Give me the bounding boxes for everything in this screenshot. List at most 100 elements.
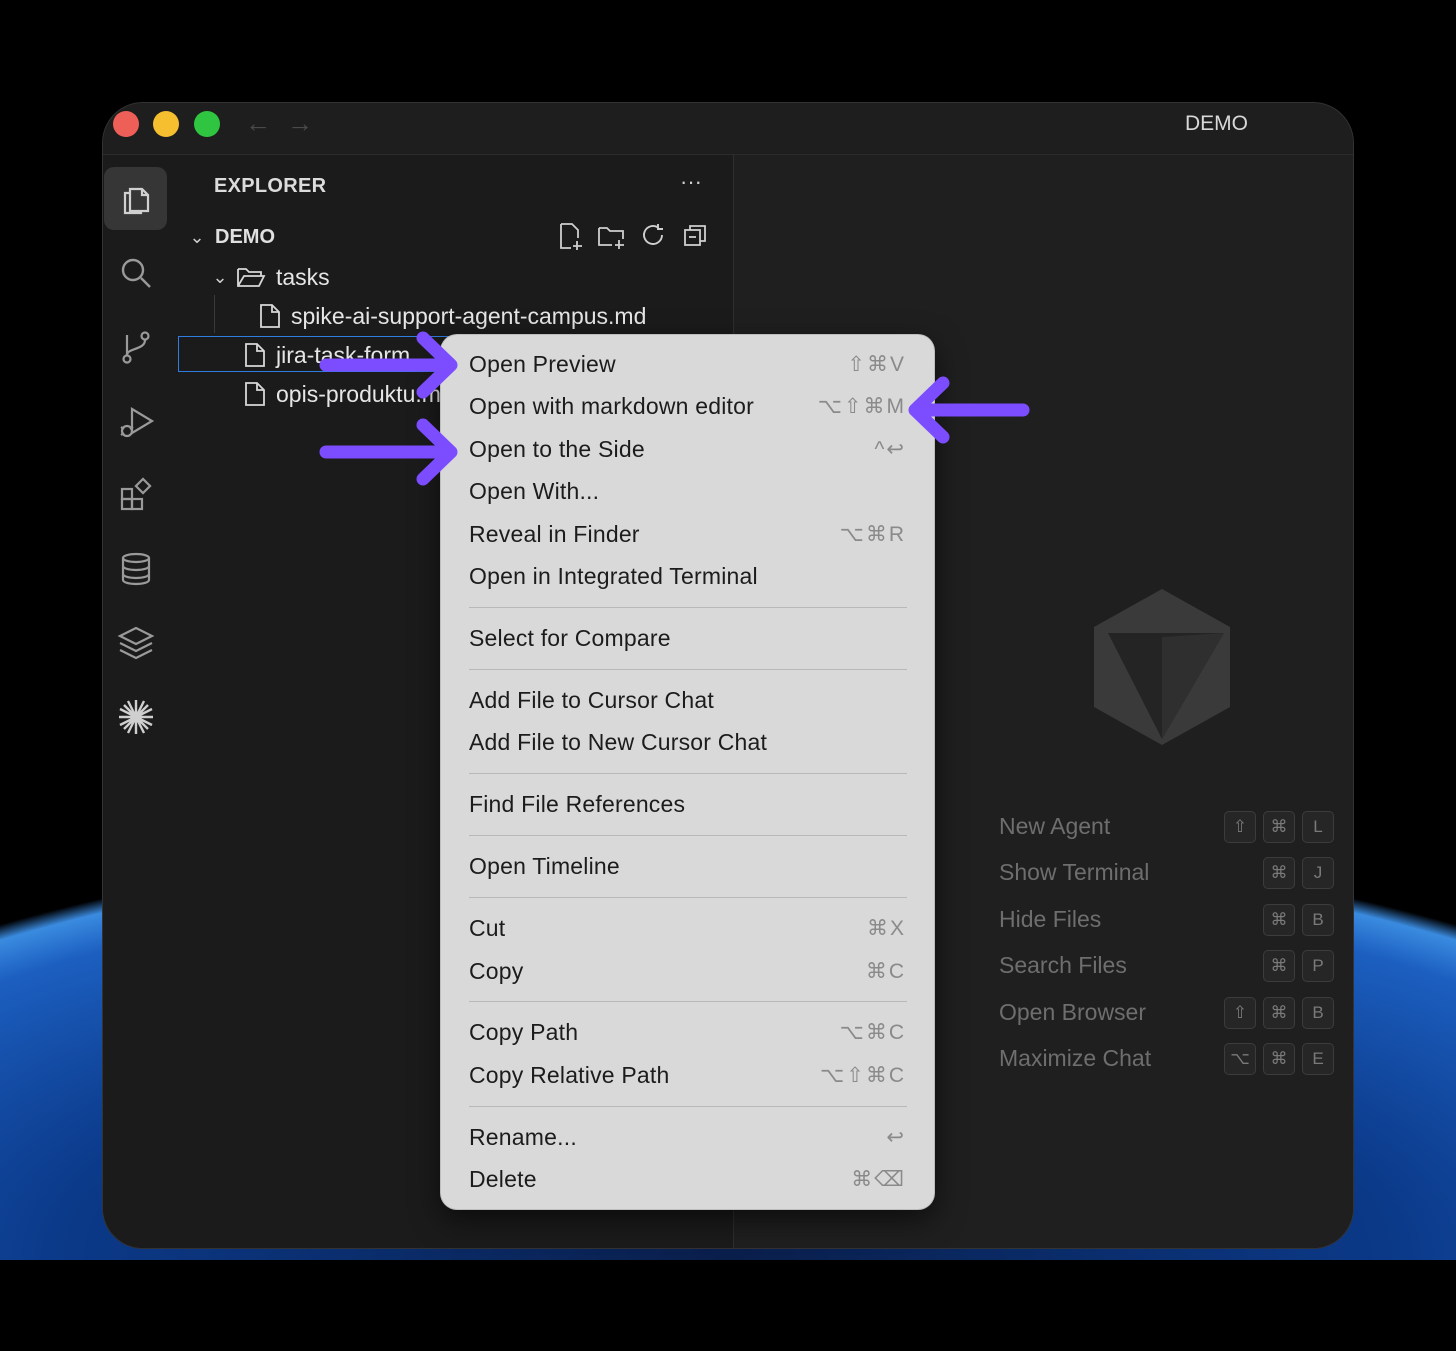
menu-label: Cut xyxy=(469,915,506,941)
title-bar: ← → DEMO xyxy=(103,103,1353,155)
shortcut-search-files[interactable]: Search Files ⌘ P xyxy=(999,950,1334,984)
menu-separator xyxy=(469,897,907,898)
menu-label: Rename... xyxy=(469,1124,577,1150)
annotation-arrow-right-icon xyxy=(319,331,458,399)
workspace-name: DEMO xyxy=(215,225,275,248)
new-folder-icon[interactable] xyxy=(596,221,626,251)
close-window-button[interactable] xyxy=(113,111,139,137)
menu-item-open-terminal[interactable]: Open in Integrated Terminal xyxy=(469,561,906,597)
shortcut-open-browser[interactable]: Open Browser ⇧ ⌘ B xyxy=(999,997,1334,1031)
menu-shortcut: ^↩ xyxy=(874,438,906,461)
menu-label: Open in Integrated Terminal xyxy=(469,563,758,589)
context-menu: Open Preview ⇧⌘V Open with markdown edito… xyxy=(441,335,934,1209)
run-debug-icon[interactable] xyxy=(104,389,167,452)
more-actions-icon[interactable]: ··· xyxy=(680,169,702,195)
menu-label: Copy Path xyxy=(469,1019,579,1045)
back-arrow-icon[interactable]: ← xyxy=(245,109,271,137)
menu-item-select-compare[interactable]: Select for Compare xyxy=(469,623,906,659)
explorer-files-icon[interactable] xyxy=(104,167,167,230)
folder-row-tasks[interactable]: ⌄ tasks xyxy=(210,259,330,295)
menu-item-open-preview[interactable]: Open Preview ⇧⌘V xyxy=(469,349,906,385)
annotation-arrow-left-icon xyxy=(908,376,1030,444)
zoom-window-button[interactable] xyxy=(194,111,220,137)
menu-label: Open Preview xyxy=(469,351,616,377)
menu-item-copy[interactable]: Copy ⌘C xyxy=(469,956,906,992)
search-icon[interactable] xyxy=(104,241,167,304)
refresh-icon[interactable] xyxy=(638,221,668,251)
menu-label: Select for Compare xyxy=(469,625,671,651)
window-title: DEMO xyxy=(1185,112,1248,135)
key-cap: ⌘ xyxy=(1263,950,1295,982)
menu-label: Open Timeline xyxy=(469,853,620,879)
shortcut-hide-files[interactable]: Hide Files ⌘ B xyxy=(999,904,1334,938)
file-name: spike-ai-support-agent-campus.md xyxy=(291,302,647,329)
database-icon[interactable] xyxy=(104,537,167,600)
menu-shortcut: ⌘X xyxy=(866,917,906,940)
menu-item-cut[interactable]: Cut ⌘X xyxy=(469,913,906,949)
menu-item-find-references[interactable]: Find File References xyxy=(469,789,906,825)
menu-label: Open with markdown editor xyxy=(469,393,754,419)
menu-item-copy-relative-path[interactable]: Copy Relative Path ⌥⇧⌘C xyxy=(469,1060,906,1096)
layers-icon[interactable] xyxy=(104,611,167,674)
key-cap: ⌘ xyxy=(1263,857,1295,889)
shortcut-label: Show Terminal xyxy=(999,859,1150,885)
menu-item-open-with[interactable]: Open With... xyxy=(469,476,906,512)
shortcut-new-agent[interactable]: New Agent ⇧ ⌘ L xyxy=(999,811,1334,845)
menu-item-open-markdown-editor[interactable]: Open with markdown editor ⌥⇧⌘M xyxy=(469,391,906,427)
menu-shortcut: ⌥⇧⌘C xyxy=(820,1064,906,1087)
menu-item-copy-path[interactable]: Copy Path ⌥⌘C xyxy=(469,1017,906,1053)
shortcut-label: New Agent xyxy=(999,813,1111,839)
shortcut-label: Hide Files xyxy=(999,906,1102,932)
folder-open-icon xyxy=(237,268,266,287)
key-cap: B xyxy=(1302,904,1334,936)
activity-bar xyxy=(103,155,175,1248)
file-icon xyxy=(260,304,280,328)
menu-shortcut: ⌥⌘R xyxy=(839,523,906,546)
key-cap: ⌘ xyxy=(1263,811,1295,843)
file-row-spike[interactable]: spike-ai-support-agent-campus.md xyxy=(259,298,646,334)
key-cap: ⇧ xyxy=(1224,997,1256,1029)
key-cap: E xyxy=(1302,1043,1334,1075)
folder-name: tasks xyxy=(276,263,330,290)
menu-separator xyxy=(469,607,907,608)
key-cap: ⌘ xyxy=(1263,1043,1295,1075)
sparkle-icon[interactable] xyxy=(104,685,167,748)
menu-item-add-to-chat[interactable]: Add File to Cursor Chat xyxy=(469,685,906,721)
menu-label: Find File References xyxy=(469,791,686,817)
shortcut-show-terminal[interactable]: Show Terminal ⌘ J xyxy=(999,857,1334,891)
menu-label: Reveal in Finder xyxy=(469,521,640,547)
menu-separator xyxy=(469,1001,907,1002)
minimize-window-button[interactable] xyxy=(153,111,179,137)
key-cap: ⌥ xyxy=(1224,1043,1256,1075)
key-cap: B xyxy=(1302,997,1334,1029)
chevron-down-icon: ⌄ xyxy=(189,226,205,247)
menu-item-open-to-side[interactable]: Open to the Side ^↩ xyxy=(469,434,906,470)
collapse-all-icon[interactable] xyxy=(681,221,711,251)
forward-arrow-icon[interactable]: → xyxy=(287,109,313,137)
workspace-section-header[interactable]: ⌄ DEMO xyxy=(187,219,275,255)
menu-shortcut: ⌥⇧⌘M xyxy=(817,395,906,418)
menu-separator xyxy=(469,835,907,836)
menu-item-delete[interactable]: Delete ⌘⌫ xyxy=(469,1164,906,1200)
shortcut-label: Search Files xyxy=(999,952,1127,978)
chevron-down-icon: ⌄ xyxy=(212,266,228,287)
key-cap: ⌘ xyxy=(1263,904,1295,936)
key-cap: P xyxy=(1302,950,1334,982)
annotation-arrow-right-icon xyxy=(319,418,458,486)
menu-item-reveal-in-finder[interactable]: Reveal in Finder ⌥⌘R xyxy=(469,519,906,555)
menu-separator xyxy=(469,773,907,774)
new-file-icon[interactable] xyxy=(555,221,585,251)
menu-item-rename[interactable]: Rename... ↩ xyxy=(469,1122,906,1158)
shortcut-maximize-chat[interactable]: Maximize Chat ⌥ ⌘ E xyxy=(999,1043,1334,1077)
source-control-icon[interactable] xyxy=(104,315,167,378)
file-icon xyxy=(245,343,265,367)
key-cap: J xyxy=(1302,857,1334,889)
menu-item-add-to-new-chat[interactable]: Add File to New Cursor Chat xyxy=(469,727,906,763)
indent-guide xyxy=(214,295,215,333)
key-cap: ⌘ xyxy=(1263,997,1295,1029)
menu-shortcut: ⇧⌘V xyxy=(847,353,906,376)
menu-shortcut: ⌘⌫ xyxy=(851,1168,906,1191)
extensions-icon[interactable] xyxy=(104,463,167,526)
menu-item-open-timeline[interactable]: Open Timeline xyxy=(469,851,906,887)
explorer-title: EXPLORER xyxy=(214,175,327,197)
